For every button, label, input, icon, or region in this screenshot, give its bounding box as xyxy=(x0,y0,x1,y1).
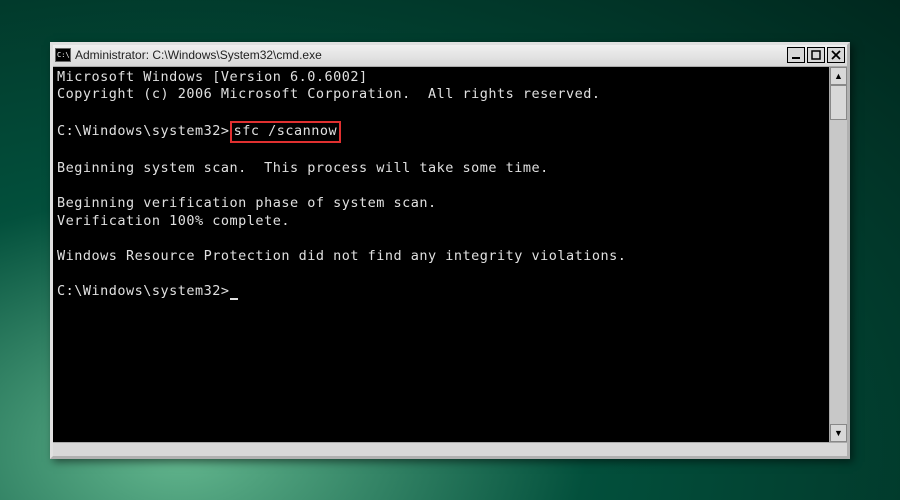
scroll-thumb[interactable] xyxy=(830,85,847,120)
maximize-button[interactable] xyxy=(807,47,825,63)
command-highlight: sfc /scannow xyxy=(230,121,342,143)
cursor-icon xyxy=(230,298,238,300)
close-button[interactable] xyxy=(827,47,845,63)
output-line: Beginning verification phase of system s… xyxy=(57,195,437,211)
command-text: sfc /scannow xyxy=(234,123,338,139)
status-bar xyxy=(53,442,847,456)
output-line: Verification 100% complete. xyxy=(57,213,290,229)
output-line: Copyright (c) 2006 Microsoft Corporation… xyxy=(57,86,601,102)
titlebar[interactable]: C:\ Administrator: C:\Windows\System32\c… xyxy=(53,45,847,67)
window-controls xyxy=(787,47,845,63)
scroll-up-button[interactable]: ▲ xyxy=(830,67,847,85)
scroll-down-button[interactable]: ▼ xyxy=(830,424,847,442)
vertical-scrollbar[interactable]: ▲ ▼ xyxy=(829,67,847,442)
scroll-track[interactable] xyxy=(830,85,847,424)
output-line: Windows Resource Protection did not find… xyxy=(57,248,626,264)
cmd-window: C:\ Administrator: C:\Windows\System32\c… xyxy=(50,42,850,459)
terminal-body: Microsoft Windows [Version 6.0.6002] Cop… xyxy=(53,67,847,442)
cmd-icon: C:\ xyxy=(55,48,71,62)
window-title: Administrator: C:\Windows\System32\cmd.e… xyxy=(75,48,787,62)
output-line: Beginning system scan. This process will… xyxy=(57,160,549,176)
output-line: Microsoft Windows [Version 6.0.6002] xyxy=(57,69,368,85)
minimize-button[interactable] xyxy=(787,47,805,63)
prompt-path: C:\Windows\system32> xyxy=(57,283,230,299)
terminal-content[interactable]: Microsoft Windows [Version 6.0.6002] Cop… xyxy=(53,67,829,442)
prompt-path: C:\Windows\system32> xyxy=(57,123,230,139)
cmd-icon-text: C:\ xyxy=(57,52,70,59)
